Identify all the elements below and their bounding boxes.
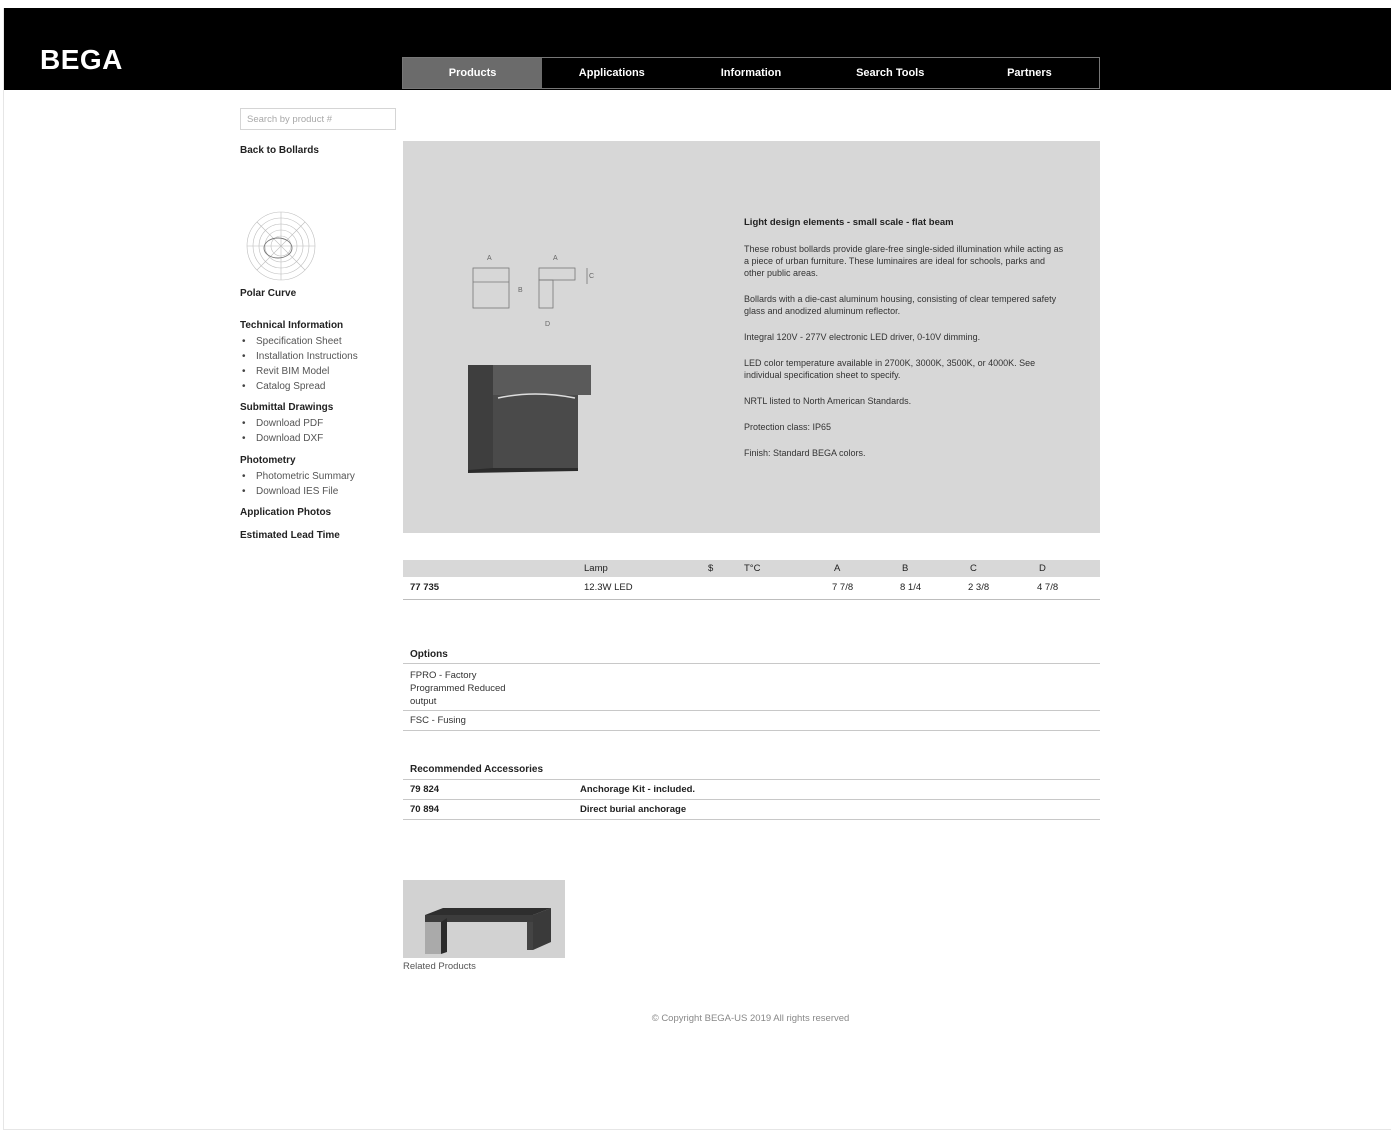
application-photos-section: Application Photos [240,507,331,521]
related-product-image[interactable] [403,880,565,958]
accessory-number[interactable]: 70 894 [410,804,439,815]
lead-time-section: Estimated Lead Time [240,530,340,544]
nav-information[interactable]: Information [681,58,820,88]
nav-search-tools[interactable]: Search Tools [821,58,960,88]
lamp-value: 12.3W LED [584,582,633,593]
photometric-summary-link[interactable]: Photometric Summary [240,469,355,484]
description-paragraph: Protection class: IP65 [744,422,832,432]
product-description: Light design elements - small scale - fl… [744,217,1064,473]
dim-a-label: A [487,255,492,262]
polar-curve-icon[interactable] [245,210,317,282]
col-price-header: $ [708,563,714,574]
download-pdf-link[interactable]: Download PDF [240,416,333,431]
nav-products[interactable]: Products [403,58,543,88]
nav-applications[interactable]: Applications [542,58,681,88]
table-row[interactable]: 77 735 12.3W LED 7 7/8 8 1/4 2 3/8 4 7/8 [403,577,1100,600]
bega-logo[interactable]: BEGA [40,44,123,76]
dim-c-label: C [589,273,594,280]
lead-time-link[interactable]: Estimated Lead Time [240,530,340,541]
spec-table-header: Lamp $ T°C A B C D [403,560,1100,577]
accessory-name: Anchorage Kit - included. [580,784,696,795]
options-title: Options [410,649,448,660]
description-paragraph: Bollards with a die-cast aluminum housin… [744,294,1057,316]
description-paragraph: NRTL listed to North American Standards. [744,396,912,406]
divider [403,819,1100,820]
revit-bim-link[interactable]: Revit BIM Model [240,364,358,379]
submittal-title: Submittal Drawings [240,402,334,413]
main-nav: Products Applications Information Search… [402,57,1100,89]
back-to-bollards-link[interactable]: Back to Bollards [240,145,319,156]
technical-info-title: Technical Information [240,320,344,331]
col-b-header: B [902,563,909,574]
download-dxf-link[interactable]: Download DXF [240,431,333,446]
spec-sheet-link[interactable]: Specification Sheet [240,334,358,349]
divider [403,663,1100,664]
dim-b-label: B [518,287,523,294]
download-ies-link[interactable]: Download IES File [240,484,355,499]
b-value: 8 1/4 [900,582,922,593]
a-value: 7 7/8 [832,582,854,593]
dim-a2-label: A [553,255,558,262]
dim-d-label: D [545,321,550,328]
description-paragraph: Finish: Standard BEGA colors. [744,448,866,458]
nav-partners[interactable]: Partners [960,58,1099,88]
accessories-title: Recommended Accessories [410,764,544,775]
product-title: Light design elements - small scale - fl… [744,217,954,228]
col-a-header: A [834,563,841,574]
bollard-product-image[interactable] [463,360,603,475]
c-value: 2 3/8 [968,582,990,593]
dimension-drawing: A A B C D [472,255,594,328]
product-search-input[interactable] [240,108,396,130]
col-lamp-header: Lamp [584,563,608,574]
divider [403,779,1100,780]
technical-info-section: Technical Information Specification Shee… [240,320,358,394]
divider [403,730,1100,731]
divider [403,710,1100,711]
accessory-name: Direct burial anchorage [580,804,687,815]
photometry-title: Photometry [240,455,296,466]
col-c-header: C [970,563,977,574]
related-products-link[interactable]: Related Products [403,961,476,972]
col-tc-header: T°C [744,563,761,574]
model-number[interactable]: 77 735 [410,582,439,593]
description-paragraph: LED color temperature available in 2700K… [744,358,1036,380]
installation-instructions-link[interactable]: Installation Instructions [240,349,358,364]
description-paragraph: These robust bollards provide glare-free… [744,244,1064,278]
application-photos-link[interactable]: Application Photos [240,507,331,518]
option-fsc[interactable]: FSC - Fusing [410,714,466,727]
polar-curve-label[interactable]: Polar Curve [240,288,296,299]
spec-table: Lamp $ T°C A B C D 77 735 12.3W LED 7 7/… [403,560,1100,600]
copyright-text: © Copyright BEGA-US 2019 All rights rese… [651,1013,850,1024]
col-d-header: D [1039,563,1046,574]
description-paragraph: Integral 120V - 277V electronic LED driv… [744,332,981,342]
submittal-section: Submittal Drawings Download PDF Download… [240,402,333,446]
d-value: 4 7/8 [1037,582,1059,593]
option-fpro[interactable]: FPRO - Factory Programmed Reduced output [410,669,530,708]
catalog-spread-link[interactable]: Catalog Spread [240,379,358,394]
divider [403,799,1100,800]
photometry-section: Photometry Photometric Summary Download … [240,455,355,499]
accessory-number[interactable]: 79 824 [410,784,439,795]
